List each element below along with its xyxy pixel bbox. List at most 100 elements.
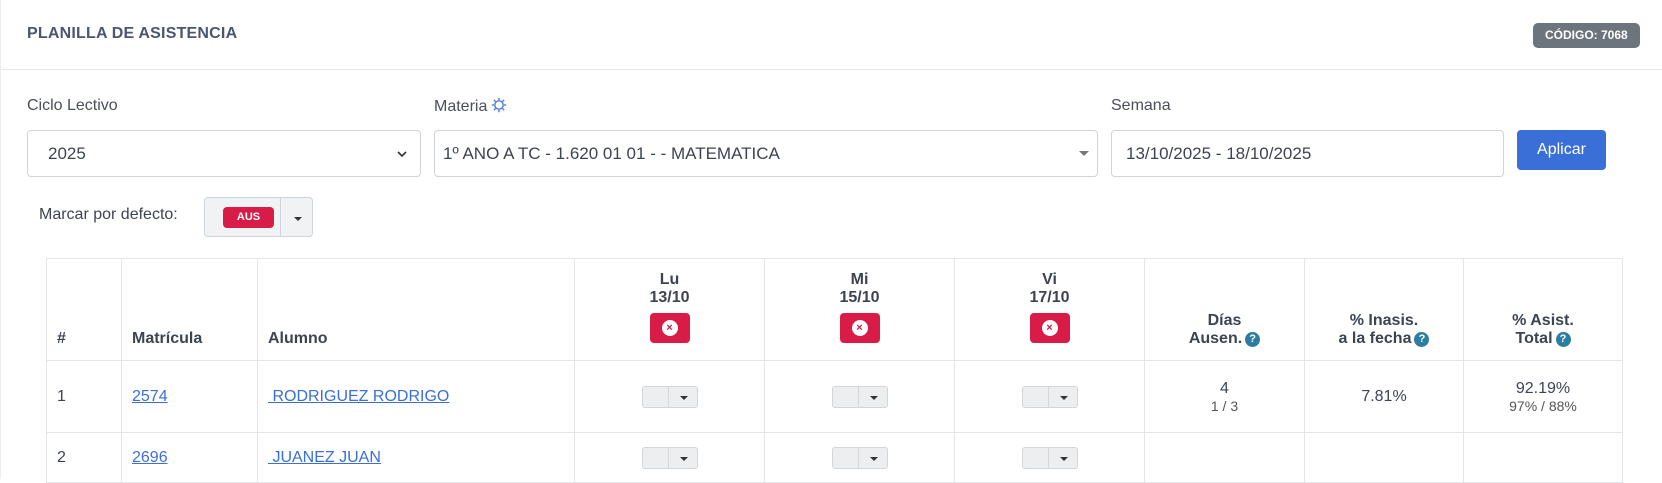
apply-button[interactable]: Aplicar bbox=[1517, 130, 1606, 170]
divider bbox=[280, 198, 281, 236]
dias-value: 4 bbox=[1220, 379, 1229, 397]
code-badge: CÓDIGO: 7068 bbox=[1533, 23, 1640, 48]
caret-down-icon bbox=[869, 395, 878, 400]
alumno-link[interactable]: RODRIGUEZ RODRIGO bbox=[268, 388, 449, 405]
attendance-cell bbox=[574, 360, 765, 433]
day-date: 15/10 bbox=[839, 289, 880, 306]
divider bbox=[667, 386, 669, 407]
chevron-down-icon bbox=[397, 151, 407, 158]
alumno-link[interactable]: JUANEZ JUAN bbox=[268, 449, 380, 466]
mark-all-absent-button[interactable]: × bbox=[1029, 313, 1070, 343]
alumno-cell: RODRIGUEZ RODRIGO bbox=[257, 360, 575, 433]
asist-sep: / bbox=[1541, 397, 1545, 414]
default-mark-label: Marcar por defecto: bbox=[39, 206, 178, 223]
caret-down-icon bbox=[869, 456, 878, 461]
day-date: 17/10 bbox=[1029, 289, 1070, 306]
semana-label: Semana bbox=[1111, 97, 1171, 114]
ciclo-label: Ciclo Lectivo bbox=[27, 97, 118, 114]
asist-a: 97% bbox=[1509, 397, 1538, 414]
header-day-lu: Lu 13/10 × bbox=[574, 258, 765, 361]
divider bbox=[857, 447, 859, 468]
dias-sep: / bbox=[1222, 397, 1227, 414]
header-inasis: % Inasis. a la fecha? bbox=[1304, 258, 1464, 361]
matricula-link[interactable]: 2574 bbox=[132, 388, 168, 405]
attendance-cell bbox=[574, 432, 765, 483]
close-icon: × bbox=[851, 320, 868, 336]
semana-input[interactable]: 13/10/2025 - 18/10/2025 bbox=[1111, 130, 1504, 177]
header-day-vi: Vi 17/10 × bbox=[954, 258, 1145, 361]
attendance-cell bbox=[954, 432, 1145, 483]
header-day-mi: Mi 15/10 × bbox=[764, 258, 955, 361]
day-name: Vi bbox=[1042, 271, 1057, 288]
default-mark-dropdown[interactable]: AUS bbox=[204, 197, 313, 237]
caret-down-icon bbox=[1059, 395, 1068, 400]
attendance-cell bbox=[954, 360, 1145, 433]
gear-icon[interactable] bbox=[491, 97, 507, 113]
attendance-table: # Matrícula Alumno Lu 13/10 × Mi 15/10 ×… bbox=[46, 258, 1623, 483]
dias-cell: 4 1 / 3 bbox=[1144, 360, 1305, 433]
header-matricula: Matrícula bbox=[121, 258, 258, 361]
row-num: 1 bbox=[46, 360, 122, 433]
attendance-cell bbox=[764, 432, 955, 483]
attendance-dropdown[interactable] bbox=[1021, 446, 1078, 469]
table-row: 1 2574 RODRIGUEZ RODRIGO 4 1 / 3 7.81% 9… bbox=[46, 360, 1623, 433]
ciclo-value: 2025 bbox=[48, 144, 86, 163]
header-dias-line2: Ausen. bbox=[1188, 330, 1243, 347]
attendance-dropdown[interactable] bbox=[831, 446, 888, 469]
attendance-cell bbox=[764, 360, 955, 433]
card-header: PLANILLA DE ASISTENCIA CÓDIGO: 7068 bbox=[1, 0, 1662, 70]
attendance-card: PLANILLA DE ASISTENCIA CÓDIGO: 7068 Cicl… bbox=[0, 0, 1662, 483]
dias-b: 3 bbox=[1230, 397, 1239, 414]
inasis-cell bbox=[1304, 432, 1464, 483]
header-dias-line1: Días bbox=[1207, 312, 1242, 329]
caret-down-icon bbox=[1079, 151, 1089, 156]
mark-all-absent-button[interactable]: × bbox=[839, 313, 880, 343]
header-inasis-line2: a la fecha bbox=[1338, 330, 1412, 347]
page-title: PLANILLA DE ASISTENCIA bbox=[27, 25, 238, 42]
row-num: 2 bbox=[46, 432, 122, 483]
matricula-link[interactable]: 2696 bbox=[132, 449, 168, 466]
attendance-dropdown[interactable] bbox=[1021, 385, 1078, 408]
header-asist-line1: % Asist. bbox=[1512, 312, 1574, 329]
inasis-cell: 7.81% bbox=[1304, 360, 1464, 433]
asist-value: 92.19% bbox=[1515, 379, 1571, 397]
divider bbox=[1047, 386, 1049, 407]
semana-value: 13/10/2025 - 18/10/2025 bbox=[1126, 144, 1312, 163]
materia-label: Materia bbox=[434, 97, 507, 116]
day-name: Lu bbox=[659, 271, 680, 288]
table-row: 2 2696 JUANEZ JUAN bbox=[46, 432, 1623, 483]
materia-select[interactable]: 1º ANO A TC - 1.620 01 01 - - MATEMATICA bbox=[434, 130, 1098, 177]
day-name: Mi bbox=[850, 271, 869, 288]
header-asist: % Asist. Total? bbox=[1463, 258, 1623, 361]
header-num: # bbox=[46, 258, 122, 361]
caret-down-icon bbox=[679, 395, 688, 400]
close-icon: × bbox=[1041, 320, 1058, 336]
caret-down-icon bbox=[679, 456, 688, 461]
help-icon[interactable]: ? bbox=[1555, 332, 1571, 347]
dias-cell bbox=[1144, 432, 1305, 483]
header-dias-ausen: Días Ausen.? bbox=[1144, 258, 1305, 361]
help-icon[interactable]: ? bbox=[1245, 332, 1261, 347]
close-icon: × bbox=[661, 320, 678, 336]
day-date: 13/10 bbox=[649, 289, 690, 306]
mark-all-absent-button[interactable]: × bbox=[649, 313, 690, 343]
caret-down-icon bbox=[1059, 456, 1068, 461]
ciclo-select[interactable]: 2025 bbox=[27, 130, 421, 177]
attendance-dropdown[interactable] bbox=[641, 446, 698, 469]
alumno-cell: JUANEZ JUAN bbox=[257, 432, 575, 483]
aus-badge[interactable]: AUS bbox=[223, 207, 274, 228]
asist-cell bbox=[1463, 432, 1623, 483]
materia-value: 1º ANO A TC - 1.620 01 01 - - MATEMATICA bbox=[443, 144, 780, 163]
caret-down-icon[interactable] bbox=[294, 217, 302, 221]
matricula-cell: 2696 bbox=[121, 432, 258, 483]
divider bbox=[1047, 447, 1049, 468]
asist-cell: 92.19% 97% / 88% bbox=[1463, 360, 1623, 433]
header-alumno: Alumno bbox=[257, 258, 575, 361]
divider bbox=[667, 447, 669, 468]
dias-a: 1 bbox=[1210, 397, 1219, 414]
header-inasis-line1: % Inasis. bbox=[1349, 312, 1419, 329]
divider bbox=[857, 386, 859, 407]
attendance-dropdown[interactable] bbox=[831, 385, 888, 408]
help-icon[interactable]: ? bbox=[1414, 332, 1430, 347]
attendance-dropdown[interactable] bbox=[641, 385, 698, 408]
